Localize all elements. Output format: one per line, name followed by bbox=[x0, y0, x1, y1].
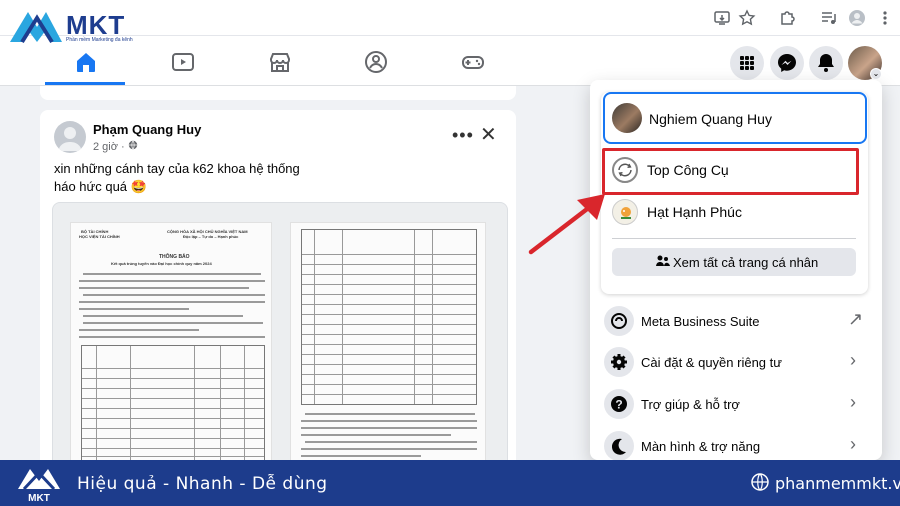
doc1-header-left2: HỌC VIỆN TÀI CHÍNH bbox=[79, 234, 120, 239]
menu-grid-icon bbox=[740, 56, 754, 70]
profile-icon[interactable] bbox=[848, 9, 866, 27]
footer-slogan: Hiệu quả - Nhanh - Dễ dùng bbox=[77, 474, 328, 494]
notifications-button[interactable] bbox=[809, 46, 843, 80]
see-all-profiles-label: Xem tất cả trang cá nhân bbox=[673, 255, 819, 270]
document-page-1: BỘ TÀI CHÍNH HỌC VIỆN TÀI CHÍNH CỘNG HÒA… bbox=[70, 222, 272, 462]
account-avatar-top-cong-cu bbox=[612, 157, 638, 183]
post-author-name[interactable]: Phạm Quang Huy bbox=[93, 122, 201, 137]
post-more-options-icon[interactable]: ••• bbox=[452, 125, 474, 146]
settings-gear-icon bbox=[604, 347, 634, 377]
document-page-2 bbox=[290, 222, 486, 462]
chevron-right-icon: › bbox=[850, 350, 856, 370]
settings-privacy-label: Cài đặt & quyền riêng tư bbox=[641, 355, 782, 370]
post-timestamp[interactable]: 2 giờ · bbox=[93, 140, 138, 153]
meta-business-icon bbox=[604, 306, 634, 336]
post-text-line1: xin những cánh tay của k62 khoa hệ thống bbox=[54, 161, 300, 176]
doc1-subtitle: Kết quả trúng tuyển vào Đại học chính qu… bbox=[111, 261, 212, 266]
active-tab-indicator bbox=[45, 82, 125, 85]
menu-item-display-accessibility[interactable]: Màn hình & trợ năng › bbox=[600, 428, 872, 461]
messenger-button[interactable] bbox=[770, 46, 804, 80]
footer-website[interactable]: phanmemmkt.vn bbox=[775, 474, 900, 493]
extensions-puzzle-icon[interactable] bbox=[778, 9, 796, 27]
globe-icon bbox=[750, 472, 770, 492]
home-tab-icon[interactable] bbox=[73, 49, 99, 75]
marketplace-tab-icon[interactable] bbox=[267, 49, 293, 75]
post-close-icon[interactable]: ✕ bbox=[480, 122, 497, 147]
meta-business-label: Meta Business Suite bbox=[641, 314, 760, 329]
post-time-text: 2 giờ · bbox=[93, 141, 125, 153]
help-support-label: Trợ giúp & hỗ trợ bbox=[641, 397, 740, 412]
media-control-icon[interactable] bbox=[820, 9, 838, 27]
account-name-top-cong-cu: Top Công Cụ bbox=[647, 162, 729, 178]
bookmark-star-icon[interactable] bbox=[738, 9, 756, 27]
menu-grid-button[interactable] bbox=[730, 46, 764, 80]
people-swap-icon bbox=[655, 253, 671, 269]
current-account-avatar bbox=[612, 103, 642, 133]
divider bbox=[612, 238, 856, 239]
account-avatar-hat-hanh-phuc[interactable] bbox=[612, 199, 638, 225]
previous-post-edge bbox=[40, 86, 516, 100]
chevron-down-icon: ⌄ bbox=[870, 68, 882, 80]
logo-subtitle: Phần mềm Marketing đa kênh bbox=[66, 37, 133, 43]
footer-logo-text: MKT bbox=[28, 493, 50, 503]
account-row-top-cong-cu[interactable] bbox=[602, 148, 859, 195]
doc1-header-right2: Độc lập – Tự do – Hạnh phúc bbox=[183, 234, 239, 239]
post-text-line2: háo hức quá 🤩 bbox=[54, 179, 147, 194]
footer-mkt-logo: MKT bbox=[14, 463, 64, 504]
doc1-title: THÔNG BÁO bbox=[159, 254, 190, 260]
external-link-icon: ↗ bbox=[848, 309, 864, 329]
svg-text:?: ? bbox=[615, 398, 622, 412]
chevron-right-icon: › bbox=[850, 434, 856, 454]
globe-privacy-icon bbox=[128, 140, 137, 150]
account-name-hat-hanh-phuc[interactable]: Hạt Hạnh Phúc bbox=[647, 204, 742, 220]
current-account-name: Nghiem Quang Huy bbox=[649, 111, 772, 127]
post-text: xin những cánh tay của k62 khoa hệ thống… bbox=[54, 160, 300, 196]
menu-item-meta-business-suite[interactable]: Meta Business Suite ↗ bbox=[600, 303, 872, 339]
gaming-tab-icon[interactable] bbox=[460, 49, 486, 75]
video-tab-icon[interactable] bbox=[170, 49, 196, 75]
doc2-table bbox=[301, 229, 477, 405]
install-app-icon[interactable] bbox=[713, 9, 731, 27]
more-vert-icon[interactable] bbox=[876, 9, 894, 27]
post-author-avatar[interactable] bbox=[54, 121, 86, 153]
doc1-table bbox=[81, 345, 265, 461]
menu-item-settings-privacy[interactable]: Cài đặt & quyền riêng tư › bbox=[600, 344, 872, 380]
notifications-bell-icon bbox=[818, 54, 834, 72]
messenger-icon bbox=[778, 54, 796, 72]
groups-tab-icon[interactable] bbox=[363, 49, 389, 75]
annotation-arrow-icon bbox=[528, 194, 605, 255]
chevron-right-icon: › bbox=[850, 392, 856, 412]
menu-item-help-support[interactable]: ? Trợ giúp & hỗ trợ › bbox=[600, 386, 872, 422]
display-accessibility-label: Màn hình & trợ năng bbox=[641, 439, 761, 454]
help-question-icon: ? bbox=[604, 389, 634, 419]
display-moon-icon bbox=[604, 431, 634, 461]
